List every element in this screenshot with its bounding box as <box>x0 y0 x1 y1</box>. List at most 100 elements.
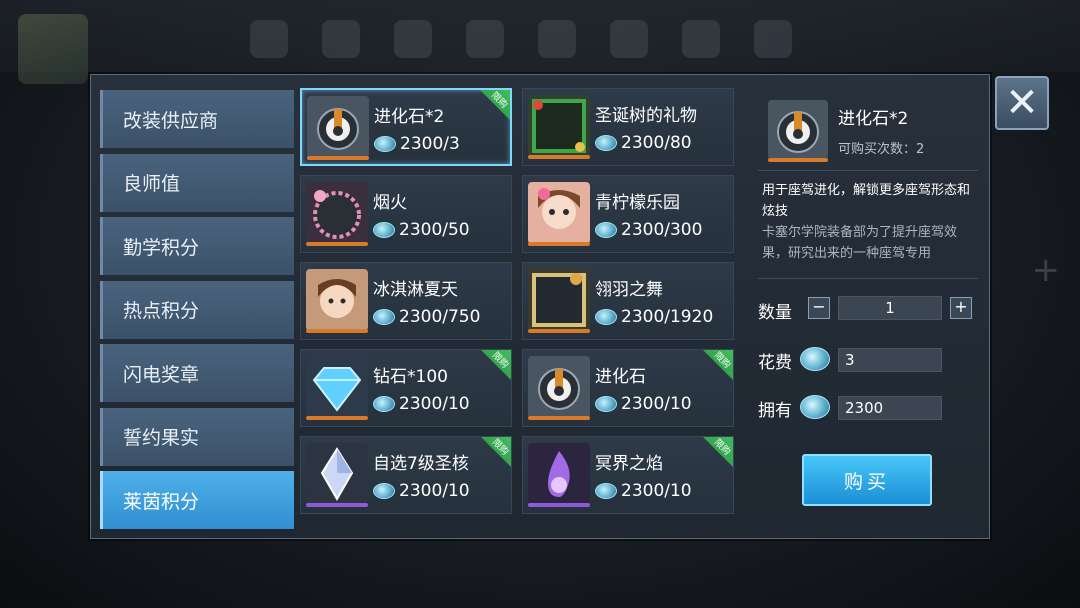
item-name: 钻石*100 <box>373 367 448 387</box>
item-grid: 进化石*2 2300/3 限购 圣诞树的礼物 2300/80 烟火 2300/50 青柠檬乐园… <box>300 88 740 528</box>
owned-label: 拥有 <box>758 401 792 421</box>
item-price-value: 2300/300 <box>621 220 703 240</box>
background-menu-icon <box>250 20 288 58</box>
item-price: 2300/10 <box>373 394 470 414</box>
category-item[interactable]: 勤学积分 <box>100 217 294 275</box>
close-button[interactable]: ✕ <box>995 76 1049 130</box>
item-price: 2300/10 <box>595 394 692 414</box>
item-rarity-bar <box>528 503 590 507</box>
item-name: 青柠檬乐园 <box>595 193 680 213</box>
category-item[interactable]: 热点积分 <box>100 280 294 339</box>
boy-avatar-icon <box>306 269 368 331</box>
item-rarity-bar <box>306 416 368 420</box>
background-plus-icon: + <box>1031 250 1061 290</box>
item-price-value: 2300/750 <box>399 307 481 327</box>
quantity-field[interactable]: 1 <box>838 296 942 320</box>
cost-label: 花费 <box>758 353 792 373</box>
currency-coin-icon <box>800 395 830 419</box>
item-price-value: 2300/50 <box>399 220 470 240</box>
limited-badge-text: 限购 <box>712 437 732 458</box>
item-price-value: 2300/1920 <box>621 307 714 327</box>
item-rarity-bar <box>528 155 590 159</box>
currency-coin-icon <box>374 136 396 152</box>
shop-item-card[interactable]: 进化石 2300/10 限购 <box>522 349 734 427</box>
quantity-label: 数量 <box>758 303 792 323</box>
currency-coin-icon <box>595 483 617 499</box>
shop-item-card[interactable]: 烟火 2300/50 <box>300 175 512 253</box>
divider <box>758 170 978 171</box>
buy-button-label: 购买 <box>843 470 890 493</box>
divider <box>758 278 978 279</box>
item-name: 烟火 <box>373 193 407 213</box>
limited-badge: 限购 <box>481 350 511 380</box>
category-label: 莱茵积分 <box>123 490 200 513</box>
currency-coin-icon <box>595 309 617 325</box>
category-item[interactable]: 改装供应商 <box>100 90 294 148</box>
currency-coin-icon <box>373 222 395 238</box>
item-rarity-bar <box>528 329 590 333</box>
limited-badge-text: 限购 <box>490 350 510 371</box>
category-label: 热点积分 <box>123 300 200 322</box>
shop-item-card[interactable]: 进化石*2 2300/3 限购 <box>300 88 512 166</box>
shop-item-card[interactable]: 冰淇淋夏天 2300/750 <box>300 262 512 340</box>
item-rarity-bar <box>307 156 369 160</box>
shop-item-card[interactable]: 青柠檬乐园 2300/300 <box>522 175 734 253</box>
category-item[interactable]: 誓约果实 <box>100 407 294 466</box>
detail-description: 用于座驾进化，解锁更多座驾形态和炫技 <box>762 183 971 219</box>
evolution-stone-icon <box>307 96 369 158</box>
currency-coin-icon <box>373 396 395 412</box>
shop-item-card[interactable]: 自选7级圣核 2300/10 限购 <box>300 436 512 514</box>
currency-coin-icon <box>800 347 830 371</box>
item-rarity-bar <box>306 329 368 333</box>
limited-badge-text: 限购 <box>489 90 509 111</box>
owned-field: 2300 <box>838 396 942 420</box>
buy-button[interactable]: 购买 <box>802 454 932 506</box>
item-price: 2300/80 <box>595 133 692 153</box>
cost-field: 3 <box>838 348 942 372</box>
category-item[interactable]: 闪电奖章 <box>100 344 294 402</box>
item-price-value: 2300/10 <box>399 394 470 414</box>
crystal-icon <box>306 443 368 505</box>
item-name: 圣诞树的礼物 <box>595 106 697 126</box>
item-name: 自选7级圣核 <box>373 454 469 474</box>
category-label: 改装供应商 <box>123 109 219 132</box>
currency-coin-icon <box>373 309 395 325</box>
item-name: 翎羽之舞 <box>595 280 663 300</box>
item-rarity-bar <box>306 242 368 246</box>
category-label: 勤学积分 <box>123 236 200 259</box>
shop-item-card[interactable]: 圣诞树的礼物 2300/80 <box>522 88 734 166</box>
quantity-decrement-button[interactable]: − <box>808 297 830 319</box>
background-menu-icon <box>682 20 720 58</box>
quantity-increment-button[interactable]: + <box>950 297 972 319</box>
item-price-value: 2300/3 <box>400 134 460 154</box>
background-menu-icon <box>322 20 360 58</box>
currency-coin-icon <box>595 135 617 151</box>
item-price-value: 2300/10 <box>399 481 470 501</box>
item-price: 2300/1920 <box>595 307 713 327</box>
category-label: 良师值 <box>123 173 181 195</box>
evolution-stone-icon <box>528 356 590 418</box>
item-rarity-bar <box>528 416 590 420</box>
item-price-value: 2300/10 <box>621 394 692 414</box>
girl-avatar-icon <box>528 182 590 244</box>
detail-thumbnail-bar <box>768 158 828 162</box>
item-price-value: 2300/80 <box>621 133 692 153</box>
background-menu-icons <box>250 20 792 58</box>
item-price: 2300/10 <box>373 481 470 501</box>
category-item[interactable]: 良师值 <box>100 153 294 212</box>
item-name: 冰淇淋夏天 <box>373 280 458 300</box>
shop-item-card[interactable]: 冥界之焰 2300/10 限购 <box>522 436 734 514</box>
item-rarity-bar <box>528 242 590 246</box>
shop-item-card[interactable]: 钻石*100 2300/10 限购 <box>300 349 512 427</box>
item-name: 进化石*2 <box>374 107 445 127</box>
feather-frame-icon <box>528 269 590 331</box>
background-avatar <box>18 14 88 84</box>
limited-badge: 限购 <box>703 350 733 380</box>
shop-item-card[interactable]: 翎羽之舞 2300/1920 <box>522 262 734 340</box>
background-menu-icon <box>538 20 576 58</box>
background-menu-icon <box>754 20 792 58</box>
category-item-active[interactable]: 莱茵积分 <box>100 471 294 529</box>
detail-item-name: 进化石*2 <box>838 109 909 129</box>
detail-thumbnail <box>768 100 828 160</box>
firework-frame-icon <box>306 182 368 244</box>
